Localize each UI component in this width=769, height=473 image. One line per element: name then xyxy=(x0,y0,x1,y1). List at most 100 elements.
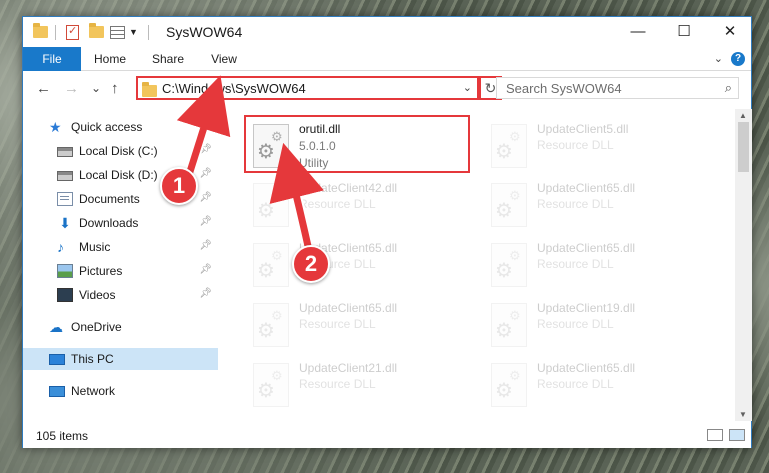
callout-step-1: 1 xyxy=(160,167,198,205)
file-item[interactable]: UpdateClient5.dll Resource DLL xyxy=(483,116,711,174)
sidebar-item-this-pc[interactable]: This PC xyxy=(23,348,218,370)
dll-file-icon xyxy=(253,303,289,347)
tab-share[interactable]: Share xyxy=(143,47,193,71)
search-icon[interactable]: ⌕ xyxy=(725,80,732,96)
pin-icon[interactable]: 📌︎ xyxy=(199,192,212,203)
tab-file[interactable]: File xyxy=(23,47,81,71)
file-name: UpdateClient65.dll xyxy=(537,181,636,195)
sidebar-item-downloads[interactable]: ⬇ Downloads 📌︎ xyxy=(23,212,218,234)
pin-icon[interactable]: 📌︎ xyxy=(199,264,212,275)
sidebar-item-label: Pictures xyxy=(79,264,123,278)
back-button[interactable]: ← xyxy=(36,80,51,97)
tab-home[interactable]: Home xyxy=(85,47,135,71)
file-name: UpdateClient65.dll xyxy=(537,241,636,255)
search-input[interactable]: Search SysWOW64 xyxy=(506,81,622,96)
navigation-bar: ← → ⌄ ↑ C:\Windows\SysWOW64 ⌄ ↻ Search S… xyxy=(23,72,751,108)
status-bar: 105 items xyxy=(23,423,751,448)
sidebar-item-quick-access[interactable]: ★ Quick access xyxy=(23,116,218,138)
sidebar-item-label: Quick access xyxy=(71,120,143,134)
sidebar-item-label: OneDrive xyxy=(71,320,122,334)
pin-icon[interactable]: 📌︎ xyxy=(199,144,212,155)
network-icon xyxy=(49,385,65,397)
dll-file-icon xyxy=(253,243,289,287)
sidebar-item-label: This PC xyxy=(71,352,114,366)
quick-access-toolbar-dropdown[interactable]: ▼ xyxy=(129,23,138,41)
file-item[interactable]: UpdateClient42.dll Resource DLL xyxy=(245,175,473,233)
vertical-scrollbar[interactable]: ▲ ▼ xyxy=(735,109,752,421)
file-name: UpdateClient65.dll xyxy=(537,361,636,375)
file-item[interactable]: UpdateClient65.dll Resource DLL xyxy=(245,235,473,293)
file-type: Resource DLL xyxy=(537,317,614,331)
window-folder-icon xyxy=(33,23,48,41)
large-icons-view-icon[interactable] xyxy=(729,429,745,441)
address-path[interactable]: C:\Windows\SysWOW64 xyxy=(162,81,306,96)
file-name: UpdateClient19.dll xyxy=(537,301,636,315)
address-bar[interactable]: C:\Windows\SysWOW64 ⌄ xyxy=(136,76,479,100)
window-title: SysWOW64 xyxy=(166,24,243,40)
view-options-icon[interactable] xyxy=(110,23,125,41)
file-item[interactable]: UpdateClient21.dll Resource DLL xyxy=(245,355,473,413)
dll-file-icon xyxy=(491,303,527,347)
sidebar-item-label: Videos xyxy=(79,288,116,302)
sidebar-item-label: Network xyxy=(71,384,116,398)
sidebar-item-videos[interactable]: Videos 📌︎ xyxy=(23,284,218,306)
music-icon: ♪ xyxy=(57,239,64,255)
close-button[interactable]: ✕ xyxy=(707,17,753,47)
sidebar-item-onedrive[interactable]: ☁ OneDrive xyxy=(23,316,218,338)
item-count: 105 items xyxy=(36,429,89,443)
ribbon-expand-icon[interactable]: ⌄ xyxy=(714,52,723,65)
dll-file-icon xyxy=(491,363,527,407)
onedrive-icon: ☁ xyxy=(49,319,63,335)
properties-icon[interactable] xyxy=(66,23,79,41)
title-separator xyxy=(148,24,149,40)
file-type: Resource DLL xyxy=(299,377,376,391)
dll-file-icon xyxy=(253,183,289,227)
file-name: UpdateClient65.dll xyxy=(299,301,398,315)
dll-file-icon xyxy=(491,124,527,168)
dll-file-icon xyxy=(491,243,527,287)
recent-locations-button[interactable]: ⌄ xyxy=(91,81,101,95)
file-item[interactable]: UpdateClient65.dll Resource DLL xyxy=(483,175,711,233)
highlight-box xyxy=(244,115,470,173)
sidebar-item-local-disk-c[interactable]: Local Disk (C:) 📌︎ xyxy=(23,140,218,162)
callout-step-2: 2 xyxy=(292,245,330,283)
details-view-icon[interactable] xyxy=(707,429,723,441)
file-name: UpdateClient5.dll xyxy=(537,122,629,136)
tab-view[interactable]: View xyxy=(199,47,249,71)
videos-icon xyxy=(57,288,73,302)
sidebar-item-network[interactable]: Network xyxy=(23,380,218,402)
sidebar-item-label: Documents xyxy=(79,192,140,206)
file-item[interactable]: UpdateClient65.dll Resource DLL xyxy=(245,295,473,353)
scroll-up-icon[interactable]: ▲ xyxy=(739,111,747,120)
new-folder-icon[interactable] xyxy=(89,23,104,41)
drive-icon xyxy=(57,171,73,181)
file-item[interactable]: UpdateClient65.dll Resource DLL xyxy=(483,235,711,293)
sidebar-item-pictures[interactable]: Pictures 📌︎ xyxy=(23,260,218,282)
downloads-icon: ⬇ xyxy=(59,215,71,231)
pin-icon[interactable]: 📌︎ xyxy=(199,168,212,179)
forward-button[interactable]: → xyxy=(64,80,79,97)
drive-icon xyxy=(57,147,73,157)
search-box[interactable]: Search SysWOW64 ⌕ xyxy=(496,77,739,99)
sidebar-item-label: Local Disk (C:) xyxy=(79,144,158,158)
help-icon[interactable]: ? xyxy=(731,52,745,66)
pin-icon[interactable]: 📌︎ xyxy=(199,288,212,299)
scrollbar-thumb[interactable] xyxy=(738,122,749,172)
scroll-down-icon[interactable]: ▼ xyxy=(739,410,747,419)
maximize-button[interactable]: ☐ xyxy=(661,17,707,47)
minimize-button[interactable]: — xyxy=(615,17,661,47)
sidebar-item-label: Downloads xyxy=(79,216,139,230)
file-item[interactable]: UpdateClient65.dll Resource DLL xyxy=(483,355,711,413)
file-explorer-window: ▼ SysWOW64 — ☐ ✕ File Home Share View ⌄ … xyxy=(22,16,752,448)
pin-icon[interactable]: 📌︎ xyxy=(199,240,212,251)
file-item[interactable]: UpdateClient19.dll Resource DLL xyxy=(483,295,711,353)
file-name: UpdateClient21.dll xyxy=(299,361,398,375)
dll-file-icon xyxy=(491,183,527,227)
sidebar-item-music[interactable]: ♪ Music 📌︎ xyxy=(23,236,218,258)
file-type: Resource DLL xyxy=(537,138,614,152)
file-type: Resource DLL xyxy=(537,257,614,271)
up-button[interactable]: ↑ xyxy=(111,80,119,97)
address-dropdown-icon[interactable]: ⌄ xyxy=(463,81,472,94)
pin-icon[interactable]: 📌︎ xyxy=(199,216,212,227)
toolbar-separator xyxy=(55,24,56,40)
